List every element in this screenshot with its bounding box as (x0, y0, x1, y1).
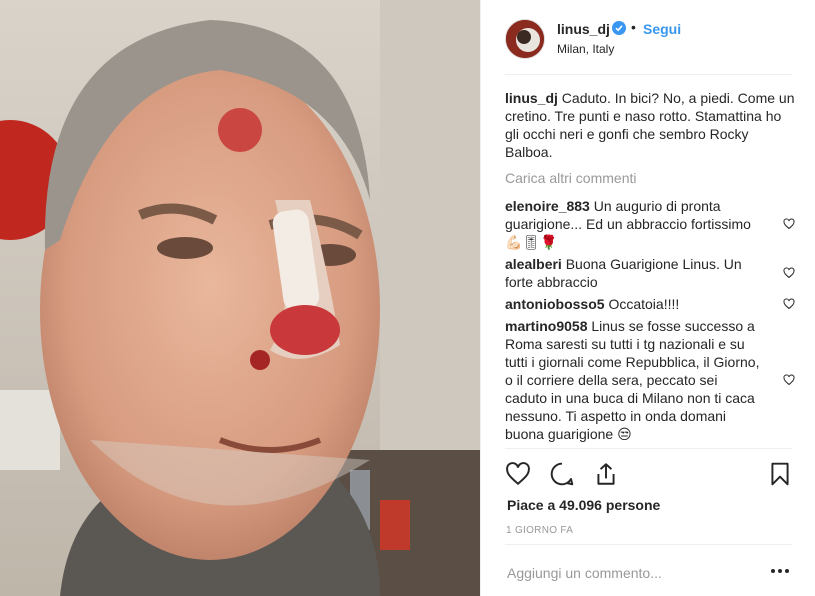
comment-like-icon[interactable] (783, 298, 795, 310)
comment-item: alealberi Buona Guarigione Linus. Un for… (505, 255, 795, 291)
caption-username[interactable]: linus_dj (505, 90, 558, 106)
post-details-panel: linus_dj • Segui Milan, Italy linus_dj C… (480, 0, 815, 596)
bookmark-icon[interactable] (767, 461, 793, 487)
comments-list[interactable]: linus_dj Caduto. In bici? No, a piedi. C… (505, 89, 795, 447)
share-icon[interactable] (593, 461, 619, 487)
comment-text: Linus se fosse successo a Roma saresti s… (505, 318, 760, 442)
action-bar (505, 448, 792, 498)
heart-icon[interactable] (505, 461, 531, 487)
username-link[interactable]: linus_dj (557, 21, 610, 37)
post-header: linus_dj • Segui Milan, Italy (505, 17, 792, 75)
location-link[interactable]: Milan, Italy (557, 42, 614, 56)
post-photo-image (0, 0, 480, 596)
more-options-icon[interactable] (770, 565, 790, 577)
comment-like-icon[interactable] (783, 267, 795, 279)
post-timestamp[interactable]: 1 GIORNO FA (506, 525, 573, 536)
user-avatar[interactable] (505, 19, 545, 59)
comment-item: martino9058 Linus se fosse successo a Ro… (505, 317, 795, 443)
comment-text: Occatoia!!!! (608, 296, 680, 312)
likes-count[interactable]: Piace a 49.096 persone (507, 497, 660, 513)
comment-username[interactable]: alealberi (505, 256, 562, 272)
verified-badge-icon (612, 21, 626, 35)
comment-username[interactable]: elenoire_883 (505, 198, 590, 214)
separator-dot: • (631, 19, 636, 35)
comment-bubble-icon[interactable] (549, 461, 575, 487)
comment-username[interactable]: antoniobosso5 (505, 296, 605, 312)
comment-username[interactable]: martino9058 (505, 318, 587, 334)
comment-item: elenoire_883 Un augurio di pronta guarig… (505, 197, 795, 251)
comment-like-icon[interactable] (783, 218, 795, 230)
comment-like-icon[interactable] (783, 374, 795, 386)
add-comment-bar: Aggiungi un commento... (505, 544, 792, 596)
comment-item: antoniobosso5 Occatoia!!!! (505, 295, 795, 313)
follow-button[interactable]: Segui (643, 21, 681, 37)
post-photo[interactable] (0, 0, 480, 596)
comment-input[interactable]: Aggiungi un commento... (507, 565, 662, 581)
load-more-comments[interactable]: Carica altri commenti (505, 169, 795, 187)
post-caption: linus_dj Caduto. In bici? No, a piedi. C… (505, 89, 795, 161)
